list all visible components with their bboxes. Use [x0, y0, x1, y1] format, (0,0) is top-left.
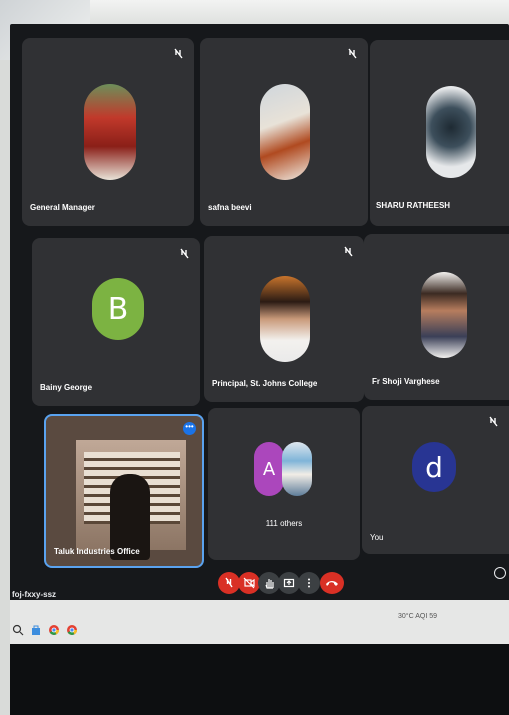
mic-off-icon — [174, 48, 183, 59]
participant-name: Bainy George — [40, 383, 93, 392]
participant-avatar-letter: d — [412, 442, 456, 492]
more-options-icon[interactable]: ••• — [183, 422, 196, 435]
mic-off-icon — [489, 416, 498, 427]
participant-tile[interactable]: safna beevi — [200, 38, 368, 226]
meeting-info-icon[interactable] — [494, 567, 506, 579]
others-tile[interactable]: A 111 others — [208, 408, 360, 560]
participant-avatar-letter: B — [92, 278, 144, 340]
mic-off-icon — [344, 246, 353, 257]
mic-toggle-button[interactable] — [218, 572, 240, 594]
participant-avatar — [260, 84, 310, 180]
participant-avatar — [421, 272, 467, 358]
participant-name: Fr Shoji Varghese — [372, 377, 440, 386]
mic-off-icon — [180, 248, 189, 259]
self-tile[interactable]: d You — [362, 406, 509, 554]
weather-tray-text[interactable]: 30°C AQI 59 — [398, 613, 437, 620]
chrome-icon[interactable] — [48, 624, 60, 636]
more-options-button[interactable] — [298, 572, 320, 594]
taskbar — [10, 600, 509, 644]
more-options-icon — [308, 578, 310, 588]
participant-tile[interactable]: Fr Shoji Varghese — [364, 234, 509, 400]
participant-tile[interactable]: Principal, St. Johns College — [204, 236, 364, 402]
raise-hand-icon — [265, 579, 274, 589]
participant-avatar — [426, 86, 476, 178]
participant-name: Taluk Industries Office — [54, 547, 140, 556]
present-icon — [283, 578, 295, 588]
participant-name: safna beevi — [208, 203, 252, 212]
mic-off-icon — [348, 48, 357, 59]
active-speaker-video-tile[interactable]: ••• Taluk Industries Office — [44, 414, 204, 568]
participant-name: You — [370, 533, 384, 542]
participant-avatar — [260, 276, 310, 362]
mic-off-icon — [225, 577, 233, 588]
camera-toggle-button[interactable] — [238, 572, 260, 594]
store-icon[interactable] — [30, 624, 42, 636]
participant-tile[interactable]: SHARU RATHEESH — [370, 40, 509, 226]
camera-off-icon — [243, 577, 255, 589]
participant-tile[interactable]: B Bainy George — [32, 238, 200, 406]
participant-avatar — [84, 84, 136, 180]
search-icon[interactable] — [12, 624, 24, 636]
monitor-bezel — [10, 644, 509, 715]
participant-avatar — [282, 442, 312, 496]
participant-avatar-letter: A — [254, 442, 284, 496]
end-call-button[interactable] — [320, 572, 344, 594]
participant-name: Principal, St. Johns College — [212, 379, 318, 388]
participant-name: General Manager — [30, 203, 95, 212]
meeting-code: foj-fxxy-ssz — [12, 590, 57, 599]
participant-name: SHARU RATHEESH — [376, 201, 451, 210]
present-button[interactable] — [278, 572, 300, 594]
raise-hand-button[interactable] — [258, 572, 280, 594]
end-call-icon — [326, 581, 338, 586]
chrome-icon[interactable] — [66, 624, 78, 636]
participant-tile[interactable]: General Manager — [22, 38, 194, 226]
others-count: 111 others — [265, 519, 303, 528]
